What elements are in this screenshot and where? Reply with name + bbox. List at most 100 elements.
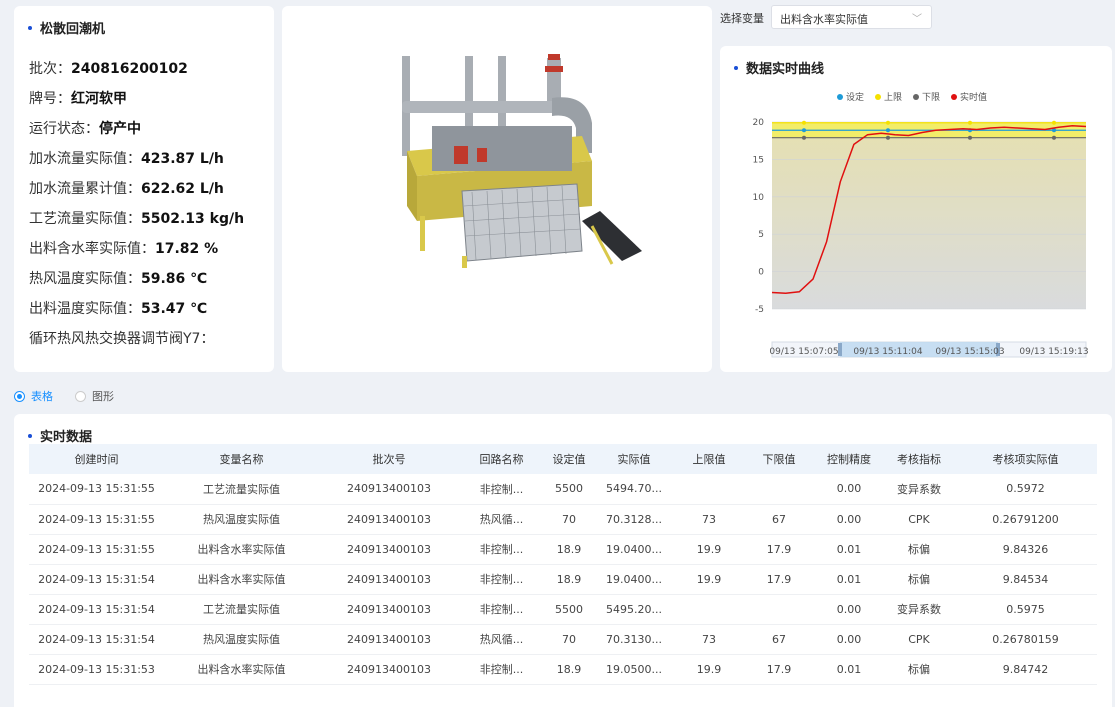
x-tick-label: 09/13 15:19:13 bbox=[1019, 347, 1088, 357]
table-row[interactable]: 2024-09-13 15:31:55 热风温度实际值 240913400103 热风… bbox=[29, 504, 1097, 535]
column-header[interactable]: 设定值 bbox=[544, 444, 594, 474]
variable-select[interactable]: 出料含水率实际值 ﹀ bbox=[771, 5, 932, 29]
info-label: 运行状态： bbox=[29, 121, 99, 137]
table-cell: CPK bbox=[884, 504, 954, 535]
table-cell: 9.84534 bbox=[954, 564, 1097, 595]
info-value: 17.82 % bbox=[155, 241, 219, 257]
table-cell: 19.9 bbox=[674, 654, 744, 685]
column-header[interactable]: 实际值 bbox=[594, 444, 674, 474]
info-label: 工艺流量实际值： bbox=[29, 211, 141, 227]
table-cell: 非控制... bbox=[459, 474, 544, 505]
table-row[interactable]: 2024-09-13 15:31:54 出料含水率实际值 240913400103 非… bbox=[29, 564, 1097, 595]
info-row: 批次：240816200102 bbox=[29, 59, 274, 89]
table-cell: 热风温度实际值 bbox=[164, 624, 319, 655]
table-cell: 0.00 bbox=[814, 474, 884, 505]
plot-area-fill bbox=[772, 122, 1086, 309]
table-cell: 240913400103 bbox=[319, 534, 459, 565]
table-cell bbox=[674, 594, 744, 625]
info-row: 出料含水率实际值：17.82 % bbox=[29, 239, 274, 269]
column-header[interactable]: 创建时间 bbox=[29, 444, 164, 474]
info-row: 牌号：红河软甲 bbox=[29, 89, 274, 119]
table-cell: 17.9 bbox=[744, 564, 814, 595]
table-cell: 工艺流量实际值 bbox=[164, 594, 319, 625]
table-cell: 出料含水率实际值 bbox=[164, 534, 319, 565]
series-point-0 bbox=[886, 128, 890, 133]
table-cell bbox=[674, 474, 744, 505]
y-tick-label: -5 bbox=[755, 305, 764, 315]
table-cell: 70 bbox=[544, 504, 594, 535]
machine-image-panel bbox=[282, 6, 712, 372]
table-cell: 0.26780159 bbox=[954, 624, 1097, 655]
table-cell: 2024-09-13 15:31:53 bbox=[29, 654, 164, 685]
table-cell: 2024-09-13 15:31:55 bbox=[29, 504, 164, 535]
series-point-1 bbox=[802, 120, 806, 125]
table-cell: 标偏 bbox=[884, 654, 954, 685]
table-cell: 变异系数 bbox=[884, 594, 954, 625]
table-row[interactable]: 2024-09-13 15:31:54 工艺流量实际值 240913400103 非控… bbox=[29, 594, 1097, 625]
table-cell: 19.0400... bbox=[594, 534, 674, 565]
table-cell: 热风温度实际值 bbox=[164, 504, 319, 535]
table-cell: 240913400103 bbox=[319, 504, 459, 535]
info-value: 59.86 ℃ bbox=[141, 271, 208, 287]
view-mode-table-radio[interactable]: 表格 bbox=[14, 388, 53, 404]
table-cell: 19.9 bbox=[674, 564, 744, 595]
variable-select-value: 出料含水率实际值 bbox=[780, 13, 868, 26]
realtime-line-chart[interactable]: 设定 上限 下限 实时值 -5 0 5 10 15 20 09/13 15:07:05 09/13 1… bbox=[720, 72, 1112, 372]
series-point-2 bbox=[802, 135, 806, 140]
column-header[interactable]: 考核项实际值 bbox=[954, 444, 1097, 474]
table-cell: 出料含水率实际值 bbox=[164, 564, 319, 595]
info-label: 加水流量累计值： bbox=[29, 181, 141, 197]
table-cell: 73 bbox=[674, 624, 744, 655]
radio-unchecked-icon bbox=[75, 390, 86, 402]
table-cell: 70.3130... bbox=[594, 624, 674, 655]
table-cell: 240913400103 bbox=[319, 594, 459, 625]
table-title: 实时数据 bbox=[28, 426, 92, 445]
column-header[interactable]: 回路名称 bbox=[459, 444, 544, 474]
table-cell: 240913400103 bbox=[319, 654, 459, 685]
info-value: 622.62 L/h bbox=[141, 181, 224, 197]
series-point-1 bbox=[1052, 120, 1056, 125]
realtime-data-table: 创建时间 变量名称 批次号 回路名称 设定值 实际值 上限值 下限值 控制精度 考核指标 考核项实际… bbox=[29, 444, 1097, 685]
table-cell: 2024-09-13 15:31:55 bbox=[29, 534, 164, 565]
table-cell: 18.9 bbox=[544, 654, 594, 685]
series-point-1 bbox=[886, 120, 890, 125]
legend-marker-0 bbox=[837, 94, 843, 100]
table-cell: 19.9 bbox=[674, 534, 744, 565]
bullet-dot-icon bbox=[734, 65, 738, 70]
column-header[interactable]: 考核指标 bbox=[884, 444, 954, 474]
table-row[interactable]: 2024-09-13 15:31:53 出料含水率实际值 240913400103 非… bbox=[29, 654, 1097, 685]
table-cell: 67 bbox=[744, 624, 814, 655]
realtime-chart-panel: 数据实时曲线 设定 上限 下限 实时值 -5 0 5 10 15 20 09/13 15:07:05… bbox=[720, 46, 1112, 372]
column-header[interactable]: 批次号 bbox=[319, 444, 459, 474]
table-cell: 热风循... bbox=[459, 624, 544, 655]
table-row[interactable]: 2024-09-13 15:31:55 工艺流量实际值 240913400103 非控… bbox=[29, 474, 1097, 505]
column-header[interactable]: 上限值 bbox=[674, 444, 744, 474]
table-cell: 2024-09-13 15:31:55 bbox=[29, 474, 164, 505]
bullet-dot-icon bbox=[28, 25, 32, 30]
table-cell bbox=[744, 594, 814, 625]
column-header[interactable]: 变量名称 bbox=[164, 444, 319, 474]
info-value: 停产中 bbox=[99, 121, 141, 137]
y-tick-label: 5 bbox=[758, 230, 764, 240]
table-row[interactable]: 2024-09-13 15:31:54 热风温度实际值 240913400103 热风… bbox=[29, 624, 1097, 655]
view-mode-graph-radio[interactable]: 图形 bbox=[75, 388, 114, 404]
chevron-down-icon: ﹀ bbox=[912, 14, 922, 25]
legend-marker-1 bbox=[875, 94, 881, 100]
y-tick-label: 15 bbox=[753, 155, 764, 165]
variable-select-label: 选择变量 bbox=[720, 12, 764, 25]
view-mode-graph-label: 图形 bbox=[92, 390, 114, 403]
table-cell: 2024-09-13 15:31:54 bbox=[29, 564, 164, 595]
x-tick-label: 09/13 15:07:05 bbox=[769, 347, 838, 357]
table-cell: 热风循... bbox=[459, 504, 544, 535]
info-value: 5502.13 kg/h bbox=[141, 211, 245, 227]
realtime-data-panel: 实时数据 创建时间 变量名称 批次号 回路名称 设定值 实际值 上限值 下限值 控制精度 考核指标… bbox=[14, 414, 1112, 707]
column-header[interactable]: 控制精度 bbox=[814, 444, 884, 474]
legend-label-1: 上限 bbox=[884, 92, 902, 103]
column-header[interactable]: 下限值 bbox=[744, 444, 814, 474]
table-row[interactable]: 2024-09-13 15:31:55 出料含水率实际值 240913400103 非… bbox=[29, 534, 1097, 565]
table-cell: 变异系数 bbox=[884, 474, 954, 505]
x-tick-label: 09/13 15:11:04 bbox=[853, 347, 922, 357]
table-cell: 18.9 bbox=[544, 534, 594, 565]
info-value: 53.47 ℃ bbox=[141, 301, 208, 317]
machine-3d-illustration bbox=[402, 54, 642, 268]
